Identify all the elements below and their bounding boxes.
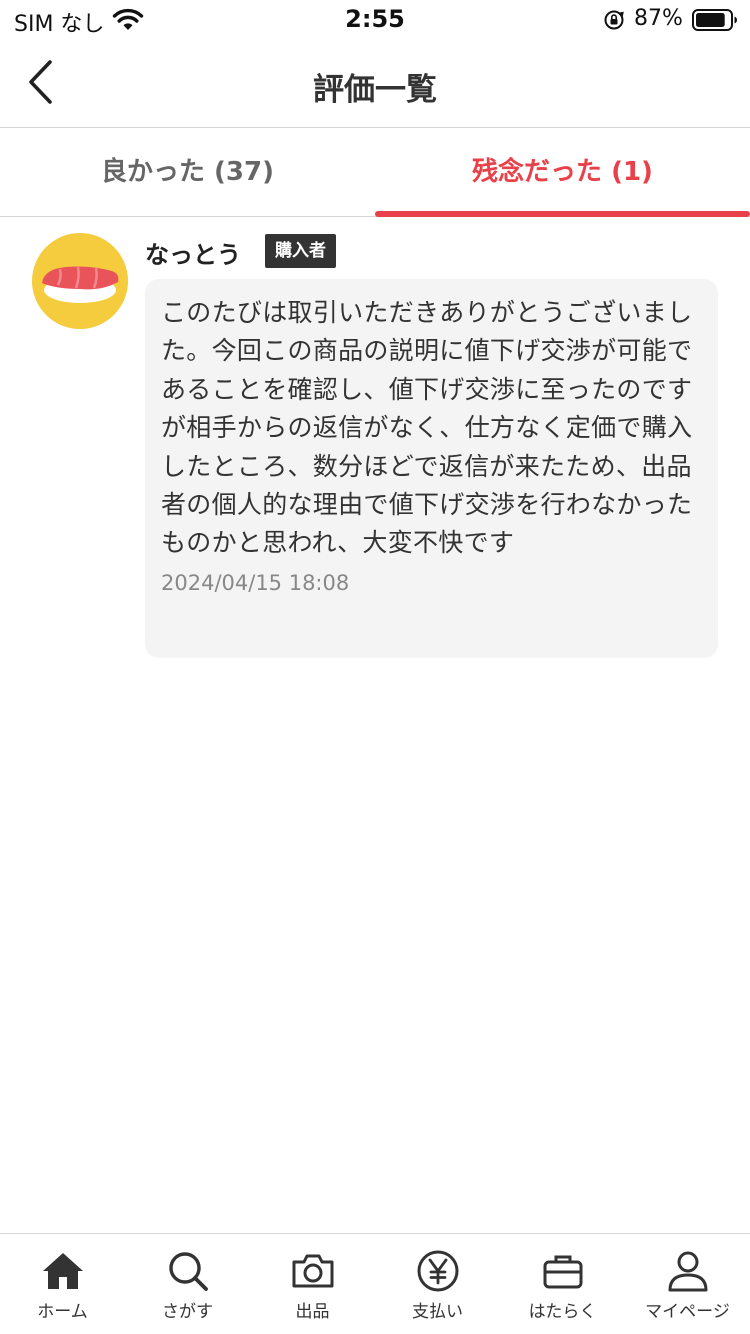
tab-active-indicator bbox=[375, 211, 750, 217]
briefcase-icon bbox=[543, 1255, 583, 1289]
home-icon bbox=[43, 1253, 83, 1289]
nav-sell-label: 出品 bbox=[295, 1302, 330, 1322]
comment-date: 2024/04/15 18:08 bbox=[161, 570, 350, 595]
role-badge: 購入者 bbox=[265, 234, 336, 268]
rotation-lock-icon bbox=[604, 10, 624, 30]
nav-home[interactable]: ホーム bbox=[0, 1234, 125, 1334]
nav-payment-label: 支払い bbox=[412, 1302, 463, 1322]
battery-percent: 87% bbox=[634, 6, 683, 31]
battery-icon bbox=[692, 9, 737, 31]
comment-bubble: このたびは取引いただきありがとうございました。今回この商品の説明に値下げ交渉が可… bbox=[145, 279, 718, 658]
yen-icon bbox=[417, 1250, 459, 1292]
bottom-tab-bar: ホーム さがす 出品 支払い はたらく マイページ bbox=[0, 1233, 750, 1334]
nav-work[interactable]: はたらく bbox=[500, 1234, 625, 1334]
nav-home-label: ホーム bbox=[37, 1302, 88, 1322]
comment-text: このたびは取引いただきありがとうございました。今回この商品の説明に値下げ交渉が可… bbox=[161, 298, 693, 558]
review-tabs: 良かった (37) 残念だった (1) bbox=[0, 129, 750, 217]
search-icon bbox=[169, 1252, 208, 1291]
nav-work-label: はたらく bbox=[528, 1302, 597, 1322]
tab-bad-reviews[interactable]: 残念だった (1) bbox=[375, 129, 750, 217]
nav-payment[interactable]: 支払い bbox=[375, 1234, 500, 1334]
avatar[interactable] bbox=[32, 233, 128, 329]
nav-mypage-label: マイページ bbox=[645, 1302, 730, 1322]
nav-mypage[interactable]: マイページ bbox=[625, 1234, 750, 1334]
page-title: 評価一覧 bbox=[313, 72, 437, 108]
nav-sell[interactable]: 出品 bbox=[250, 1234, 375, 1334]
nav-bar: 評価一覧 bbox=[0, 40, 750, 128]
camera-icon bbox=[292, 1254, 334, 1288]
battery-fill bbox=[696, 13, 725, 27]
sushi-icon bbox=[42, 266, 119, 303]
person-icon bbox=[668, 1251, 708, 1292]
nav-search[interactable]: さがす bbox=[125, 1234, 250, 1334]
status-bar: SIM なし 2:55 87% bbox=[0, 0, 750, 40]
tab-good-reviews[interactable]: 良かった (37) bbox=[0, 129, 375, 217]
nav-search-label: さがす bbox=[162, 1302, 213, 1322]
reviewer-name[interactable]: なっとう bbox=[145, 235, 241, 270]
